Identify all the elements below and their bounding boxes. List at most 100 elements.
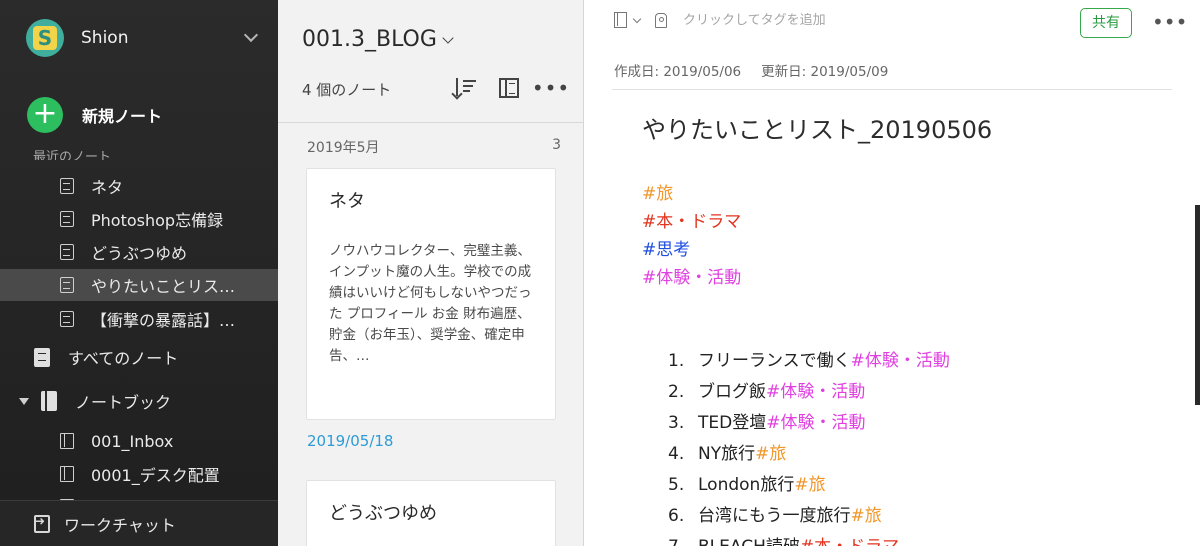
notebook-icon <box>60 466 74 482</box>
sidebar-item-label: 0001_デスク配置 <box>91 466 220 485</box>
new-note-button[interactable]: + 新規ノート <box>27 97 162 133</box>
list-number: 3. <box>668 413 685 433</box>
note-icon <box>60 277 74 293</box>
note-card-title: どうぶつゆめ <box>329 503 437 524</box>
note-list-panel: 001.3_BLOG 4 個のノート ••• 2019年5月 3 ネタ ノウハウ… <box>278 0 584 546</box>
tag-input[interactable] <box>683 12 983 28</box>
sidebar-item-recent-note[interactable]: ネタ <box>0 170 278 202</box>
list-number: 1. <box>668 351 685 371</box>
sidebar-item-label: やりたいことリス… <box>91 277 236 296</box>
list-tag: #旅 <box>794 475 826 495</box>
note-meta: 作成日: 2019/05/06 更新日: 2019/05/09 <box>614 60 888 80</box>
list-number: 5. <box>668 475 685 495</box>
sidebar: S Shion + 新規ノート 最近のノート ネタ Photoshop忘備録 ど… <box>0 0 278 546</box>
list-item: 4. NY旅行 #旅 <box>668 439 950 470</box>
sidebar-item-label: どうぶつゆめ <box>91 244 188 263</box>
sidebar-item-all-notes[interactable]: すべてのノート <box>0 341 278 373</box>
group-label: 2019年5月 <box>307 140 380 156</box>
work-chat-label: ワークチャット <box>64 515 176 535</box>
list-text: フリーランスで働く <box>698 351 851 371</box>
list-text: NY旅行 <box>698 444 756 464</box>
sidebar-item-recent-note[interactable]: 【衝撃の暴露話】… <box>0 303 278 335</box>
note-editor: 共有 ••• 作成日: 2019/05/06 更新日: 2019/05/09 や… <box>584 0 1200 546</box>
account-switcher[interactable]: S Shion <box>26 18 266 58</box>
sort-button[interactable] <box>455 76 479 100</box>
list-number: 4. <box>668 444 685 464</box>
list-tag: #旅 <box>850 506 882 526</box>
list-item: 5. London旅行 #旅 <box>668 470 950 501</box>
notebook-title: 001.3_BLOG <box>302 27 437 52</box>
note-icon <box>60 178 74 194</box>
list-item: 3. TED登壇 #体験・活動 <box>668 408 950 439</box>
ellipsis-icon[interactable]: ••• <box>1152 10 1187 34</box>
list-item: 1. フリーランスで働く #体験・活動 <box>668 346 950 377</box>
sidebar-item-recent-note-selected[interactable]: やりたいことリス… <box>0 269 278 301</box>
list-tag: #体験・活動 <box>850 351 950 371</box>
note-list-toolbar: ••• <box>455 76 569 100</box>
sidebar-item-label: ネタ <box>91 178 124 197</box>
work-chat-button[interactable]: ワークチャット <box>0 500 278 546</box>
sidebar-item-label: 【衝撃の暴露話】… <box>91 311 236 330</box>
hashtag: #旅 <box>642 184 674 204</box>
hashtag-block: #旅 #本・ドラマ #思考 #体験・活動 <box>642 180 741 292</box>
note-icon <box>60 311 74 327</box>
notebook-icon[interactable] <box>614 12 627 28</box>
notebook-icon <box>41 391 57 411</box>
sidebar-item-label: すべてのノート <box>68 349 179 368</box>
hashtag: #体験・活動 <box>642 268 742 288</box>
updated-date: 更新日: 2019/05/09 <box>761 64 889 80</box>
hashtag: #本・ドラマ <box>642 212 742 232</box>
divider <box>612 89 1172 90</box>
list-text: TED登壇 <box>698 413 767 433</box>
layout-icon <box>499 78 519 98</box>
new-note-label: 新規ノート <box>82 107 163 126</box>
list-number: 7. <box>668 532 698 546</box>
note-card[interactable]: ネタ ノウハウコレクター、完璧主義、インプット魔の人生。学校での成績はいいけど何… <box>306 168 556 420</box>
list-text: 台湾にもう一度旅行 <box>698 506 851 526</box>
chevron-down-icon <box>442 31 454 44</box>
list-tag: #体験・活動 <box>766 413 866 433</box>
list-item: 7. BLEACH読破 #本・ドラマ <box>668 532 950 546</box>
notebook-title-dropdown[interactable]: 001.3_BLOG <box>302 27 454 52</box>
list-tag: #体験・活動 <box>766 382 866 402</box>
month-group-header: 2019年5月 3 <box>307 137 561 157</box>
group-count: 3 <box>552 137 561 153</box>
list-tag: #本・ドラマ <box>800 532 899 546</box>
chevron-down-icon[interactable] <box>243 27 259 43</box>
work-chat-icon <box>34 514 50 533</box>
created-date: 作成日: 2019/05/06 <box>614 64 742 80</box>
expand-triangle-icon[interactable] <box>19 397 29 405</box>
editor-toolbar <box>614 12 983 28</box>
sidebar-item-label: ノートブック <box>75 393 172 412</box>
tag-icon[interactable] <box>655 12 667 28</box>
sidebar-item-notebook[interactable]: 0001_デスク配置 <box>0 458 278 490</box>
note-count: 4 個のノート <box>302 81 392 99</box>
list-text: London旅行 <box>698 475 795 495</box>
sidebar-item-recent-note[interactable]: どうぶつゆめ <box>0 236 278 268</box>
note-title[interactable]: やりたいことリスト_20190506 <box>642 110 992 145</box>
note-icon <box>60 211 74 227</box>
view-options-button[interactable] <box>497 76 521 100</box>
todo-list: 1. フリーランスで働く #体験・活動 2. ブログ飯 #体験・活動 3. TE… <box>668 346 950 546</box>
notebook-icon <box>60 433 74 449</box>
sort-icon <box>456 78 478 98</box>
sidebar-item-notebook[interactable]: 001_Inbox <box>0 425 278 457</box>
notes-icon <box>34 347 50 367</box>
plus-icon: + <box>27 97 63 133</box>
sidebar-item-recent-note[interactable]: Photoshop忘備録 <box>0 203 278 235</box>
chevron-down-icon[interactable] <box>632 14 642 23</box>
sidebar-item-notebooks[interactable]: ノートブック <box>0 385 278 417</box>
list-text: BLEACH読破 <box>698 532 800 546</box>
more-options-button[interactable]: ••• <box>532 76 569 100</box>
hashtag: #思考 <box>642 240 691 260</box>
list-item: 2. ブログ飯 #体験・活動 <box>668 377 950 408</box>
ellipsis-icon: ••• <box>531 76 571 100</box>
note-card[interactable]: どうぶつゆめ <box>306 480 556 546</box>
sidebar-item-label: Photoshop忘備録 <box>91 211 224 230</box>
list-item: 6. 台湾にもう一度旅行 #旅 <box>668 501 950 532</box>
list-number: 6. <box>668 506 685 526</box>
note-icon <box>60 244 74 260</box>
note-card-title: ネタ <box>329 191 365 212</box>
share-button[interactable]: 共有 <box>1080 8 1132 38</box>
list-number: 2. <box>668 382 685 402</box>
